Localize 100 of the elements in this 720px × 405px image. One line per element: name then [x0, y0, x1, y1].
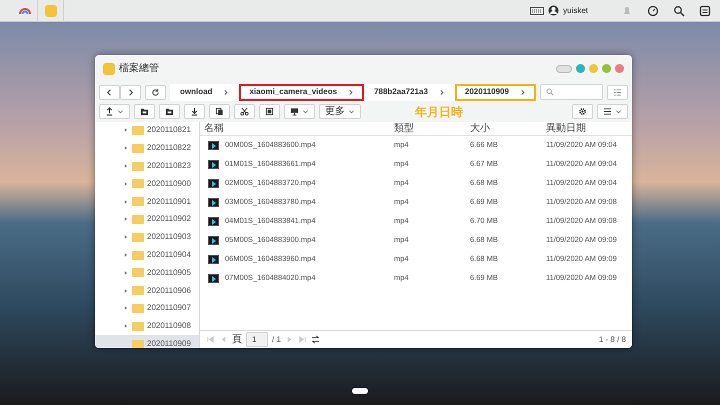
expand-arrow-icon[interactable]	[123, 180, 129, 187]
chevron-right-icon	[518, 88, 526, 96]
video-file-icon	[208, 178, 219, 188]
widgets-icon[interactable]	[699, 4, 711, 16]
chevron-right-icon	[222, 88, 230, 96]
expand-arrow-icon[interactable]	[123, 234, 129, 240]
settings-button[interactable]	[572, 104, 593, 120]
page-field[interactable]: 1	[246, 332, 268, 347]
dashboard-icon[interactable]	[647, 4, 659, 16]
window-dot-icon[interactable]	[576, 64, 585, 74]
user-name[interactable]: yuisket	[563, 4, 588, 16]
search-icon	[546, 88, 554, 96]
folder-tree-item[interactable]: 2020110823	[95, 157, 199, 175]
column-header[interactable]: 類型	[390, 122, 466, 136]
refresh-icon	[151, 88, 160, 97]
more-button[interactable]: 更多	[319, 104, 361, 120]
column-header[interactable]: 名稱	[200, 122, 390, 136]
expand-arrow-icon[interactable]	[123, 305, 129, 312]
scissors-icon	[240, 107, 249, 116]
video-file-icon	[208, 254, 219, 264]
upload-button[interactable]	[99, 104, 130, 120]
display-button[interactable]	[284, 104, 315, 120]
settings-icon	[578, 107, 587, 116]
folder-tree-item[interactable]: 2020110909	[95, 335, 199, 348]
folder-tree-item[interactable]: 2020110822	[95, 139, 199, 158]
list-view-button[interactable]	[597, 104, 628, 120]
caret-icon	[615, 108, 622, 116]
breadcrumb-item[interactable]: xiaomi_camera_videos	[239, 84, 364, 101]
close-icon[interactable]	[615, 64, 624, 74]
video-file-icon	[208, 216, 219, 226]
download-icon	[190, 107, 199, 116]
column-header[interactable]: 大小	[466, 122, 542, 136]
folder-tree-item[interactable]: 2020110906	[95, 282, 199, 300]
expand-arrow-icon[interactable]	[123, 163, 129, 170]
copy-icon	[215, 107, 224, 116]
annotation-label: 年月日時	[415, 104, 463, 121]
keyboard-icon[interactable]	[530, 6, 544, 14]
folder-tree-item[interactable]: 2020110900	[95, 174, 199, 193]
folder-icon	[132, 250, 144, 260]
select-icon	[265, 107, 274, 116]
expand-arrow-icon[interactable]	[123, 127, 129, 134]
folder-icon	[132, 232, 144, 242]
folder-icon	[132, 286, 144, 296]
folder-tree-item[interactable]: 2020110907	[95, 300, 199, 318]
chevron-right-icon	[347, 88, 354, 96]
download-button[interactable]	[184, 104, 205, 120]
expand-arrow-icon[interactable]	[123, 270, 129, 276]
page-total: / 1	[272, 334, 281, 346]
folder-tree-item[interactable]: 2020110908	[95, 317, 199, 336]
folder-icon	[132, 162, 144, 171]
folder-icon	[132, 197, 144, 206]
folder-icon	[132, 144, 144, 153]
search-icon[interactable]	[673, 4, 685, 16]
caret-icon	[302, 108, 309, 116]
folder-icon	[132, 214, 144, 224]
caret-icon	[117, 108, 124, 116]
expand-arrow-icon[interactable]	[123, 216, 129, 222]
expand-arrow-icon[interactable]	[123, 323, 129, 330]
video-file-icon	[208, 140, 219, 150]
folder-tree-item[interactable]: 2020110905	[95, 264, 199, 282]
search-field[interactable]	[540, 84, 603, 100]
video-file-icon	[208, 274, 219, 283]
folder-icon	[132, 304, 144, 313]
expand-arrow-icon[interactable]	[123, 252, 129, 258]
column-header[interactable]: 異動日期	[542, 122, 632, 136]
breadcrumb-item[interactable]: 2020110909	[454, 84, 536, 101]
copy-button[interactable]	[209, 104, 230, 120]
back-button[interactable]	[99, 84, 120, 100]
folder-tree-item[interactable]: 2020110903	[95, 228, 199, 246]
folder-tree-item[interactable]: 2020110821	[95, 122, 199, 140]
new-share-folder-button[interactable]	[159, 104, 180, 120]
page-label: 頁	[232, 333, 242, 347]
new-folder-button[interactable]	[134, 104, 155, 120]
video-file-icon	[208, 198, 219, 207]
monitor-icon	[290, 107, 299, 116]
user-avatar-icon[interactable]	[548, 5, 560, 16]
folder-icon	[132, 126, 144, 135]
swap-arrows-icon[interactable]	[310, 335, 320, 344]
folder-icon	[132, 322, 144, 331]
upload-icon	[105, 107, 114, 116]
expand-arrow-icon[interactable]	[123, 198, 129, 205]
forward-button[interactable]	[120, 84, 141, 100]
folder-tree-item[interactable]: 2020110902	[95, 210, 199, 228]
folder-tree-item[interactable]: 2020110904	[95, 246, 199, 264]
folder-icon	[140, 107, 149, 116]
expand-arrow-icon[interactable]	[123, 145, 129, 152]
video-file-icon	[208, 236, 219, 245]
video-file-icon	[208, 160, 219, 169]
window-title: 檔案總管	[119, 62, 159, 76]
folder-tree-item[interactable]: 2020110901	[95, 192, 199, 211]
folder-icon	[132, 179, 144, 188]
page-range: 1 - 8 / 8	[598, 334, 626, 346]
select-all-button[interactable]	[259, 104, 280, 120]
expand-arrow-icon[interactable]	[123, 288, 129, 294]
folder-icon	[165, 107, 174, 116]
refresh-button[interactable]	[145, 84, 166, 100]
dock-handle[interactable]	[352, 388, 368, 394]
chevron-right-icon	[438, 88, 445, 96]
filter-icon	[613, 88, 622, 97]
cut-button[interactable]	[234, 104, 255, 120]
